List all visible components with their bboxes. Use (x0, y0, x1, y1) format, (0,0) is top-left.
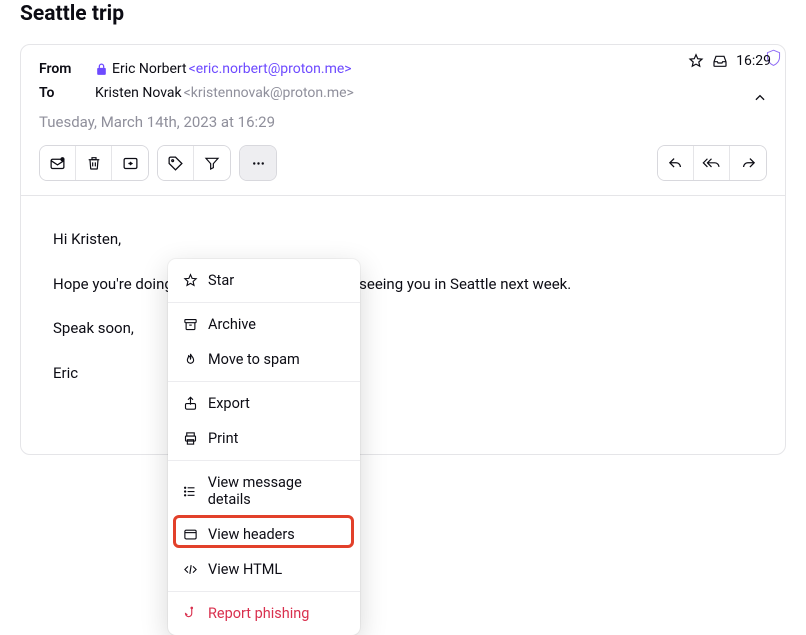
menu-label: Archive (208, 316, 256, 333)
date-line: Tuesday, March 14th, 2023 at 16:29 (39, 113, 767, 131)
menu-label: Report phishing (208, 605, 309, 622)
list-icon (182, 484, 198, 499)
label-button[interactable] (158, 146, 194, 180)
body-line: Eric (53, 362, 753, 385)
menu-archive[interactable]: Archive (168, 307, 360, 342)
menu-label: View HTML (208, 561, 282, 578)
menu-print[interactable]: Print (168, 421, 360, 456)
menu-label: Print (208, 430, 238, 447)
menu-label: Move to spam (208, 351, 300, 368)
menu-view-html[interactable]: View HTML (168, 552, 360, 587)
sender-name[interactable]: Eric Norbert (112, 61, 187, 77)
flame-icon (182, 352, 198, 367)
trash-button[interactable] (76, 146, 112, 180)
from-label: From (39, 61, 95, 77)
more-actions-menu: Star Archive Move to spam Export (168, 259, 360, 635)
hook-icon (182, 606, 198, 621)
menu-report-phishing[interactable]: Report phishing (168, 596, 360, 631)
move-to-archive-button[interactable] (112, 146, 148, 180)
archive-icon (182, 317, 198, 332)
menu-view-message-details[interactable]: View message details (168, 465, 360, 517)
body-line: Hope you're doing well. I'm looking forw… (53, 273, 753, 296)
menu-label: Export (208, 395, 250, 412)
export-icon (182, 396, 198, 411)
menu-label: View message details (208, 474, 346, 508)
to-label: To (39, 85, 95, 101)
collapse-caret-icon[interactable] (753, 91, 767, 105)
star-icon (182, 273, 198, 288)
menu-label: View headers (208, 526, 295, 543)
print-icon (182, 431, 198, 446)
inbox-icon (712, 53, 728, 69)
menu-star[interactable]: Star (168, 263, 360, 298)
forward-button[interactable] (730, 146, 766, 180)
mark-unread-button[interactable] (40, 146, 76, 180)
menu-label: Star (208, 272, 234, 289)
menu-export[interactable]: Export (168, 386, 360, 421)
recipient-email[interactable]: <kristennovak@proton.me> (184, 85, 354, 101)
star-icon[interactable] (688, 53, 704, 69)
lock-icon (95, 62, 108, 76)
body-line: Speak soon, (53, 317, 753, 340)
window-icon (182, 527, 198, 542)
menu-move-to-spam[interactable]: Move to spam (168, 342, 360, 377)
email-card: 16:29 From Eric Norbert <eric.norbert@pr… (20, 44, 786, 455)
email-body: Hi Kristen, Hope you're doing well. I'm … (21, 195, 785, 454)
time-received: 16:29 (736, 53, 771, 69)
filter-button[interactable] (194, 146, 230, 180)
reply-all-button[interactable] (694, 146, 730, 180)
menu-view-headers[interactable]: View headers (168, 517, 360, 552)
recipient-name[interactable]: Kristen Novak (95, 85, 182, 101)
code-icon (182, 562, 198, 577)
sender-email[interactable]: <eric.norbert@proton.me> (189, 61, 352, 77)
reply-button[interactable] (658, 146, 694, 180)
more-actions-button[interactable] (240, 146, 276, 180)
body-line: Hi Kristen, (53, 228, 753, 251)
subject-heading: Seattle trip (20, 2, 786, 26)
